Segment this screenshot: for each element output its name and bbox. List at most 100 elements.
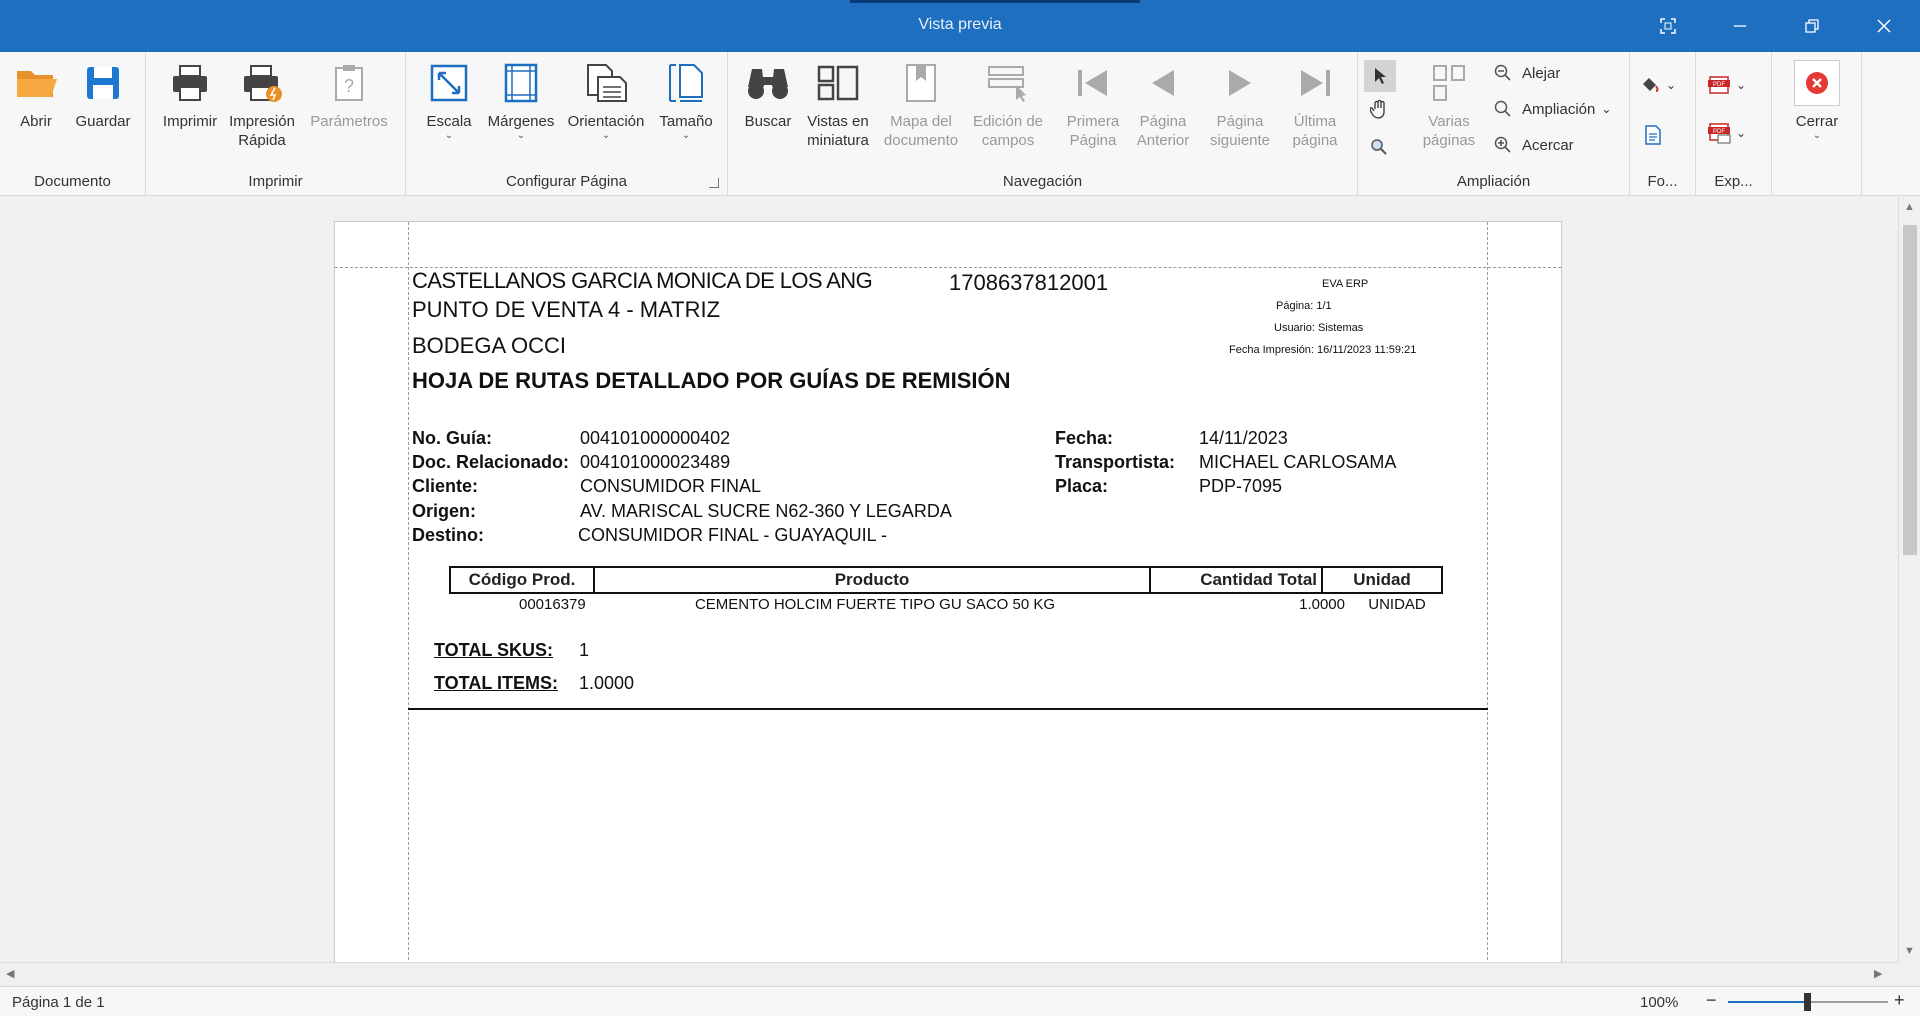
field-edit-icon <box>985 60 1031 106</box>
tamano-button[interactable]: Tamaño ⌄ <box>654 60 718 141</box>
acercar-button[interactable]: Acercar <box>1492 132 1574 158</box>
value-transportista: MICHAEL CARLOSAMA <box>1199 452 1397 472</box>
value-destino: CONSUMIDOR FINAL - GUAYAQUIL - <box>578 525 888 545</box>
group-label-fondo: Fo... <box>1647 173 1678 190</box>
quick-print-icon <box>239 60 285 106</box>
group-ampliacion: Varias páginas Alejar Ampliación ⌄ Acerc… <box>1358 52 1630 196</box>
company-name: CASTELLANOS GARCIA MONICA DE LOS ANG <box>412 268 873 293</box>
document-preview-area[interactable]: CASTELLANOS GARCIA MONICA DE LOS ANG 170… <box>0 197 1898 962</box>
vertical-scroll-thumb[interactable] <box>1903 225 1917 555</box>
last-page-icon <box>1292 60 1338 106</box>
scroll-left-icon[interactable]: ◀ <box>6 967 14 980</box>
edicion-campos-button[interactable]: Edición de campos <box>964 60 1052 150</box>
chevron-down-icon: ⌄ <box>1736 78 1747 92</box>
pdf-icon: PDF <box>1708 76 1730 94</box>
fullscreen-icon <box>1660 18 1676 34</box>
minimize-button[interactable] <box>1704 0 1776 52</box>
zoom-out-minus-icon[interactable]: − <box>1706 990 1717 1011</box>
col-producto: Producto <box>595 568 1151 592</box>
minimize-icon <box>1734 25 1746 27</box>
parametros-button[interactable]: ? Parámetros <box>304 60 394 131</box>
scroll-up-icon[interactable]: ▲ <box>1904 201 1915 213</box>
orientation-icon <box>583 60 629 106</box>
close-window-button[interactable] <box>1848 0 1920 52</box>
hand-icon <box>1370 99 1385 119</box>
page-info: Página 1 de 1 <box>12 994 105 1011</box>
chevron-down-icon: ⌄ <box>1601 102 1612 116</box>
fullscreen-button[interactable] <box>1632 0 1704 52</box>
send-pdf-button[interactable]: PDF ⌄ <box>1708 120 1746 146</box>
restore-icon <box>1805 19 1819 33</box>
close-icon <box>1877 19 1891 33</box>
ultima-pagina-button[interactable]: Última página <box>1280 60 1350 150</box>
report-title: HOJA DE RUTAS DETALLADO POR GUÍAS DE REM… <box>412 368 1011 393</box>
label-transportista: Transportista: <box>1055 452 1176 472</box>
pagina-anterior-button[interactable]: Página Anterior <box>1128 60 1198 150</box>
label-origen: Origen: <box>412 501 477 521</box>
svg-text:PDF: PDF <box>1713 82 1725 88</box>
abrir-button[interactable]: Abrir <box>12 60 60 131</box>
value-no-guia: 004101000000402 <box>580 428 731 448</box>
vertical-scrollbar[interactable]: ▲ ▼ <box>1898 197 1920 962</box>
chevron-down-icon: ⌄ <box>1736 126 1747 140</box>
pagina-siguiente-button[interactable]: Página siguiente <box>1202 60 1278 150</box>
cell-codigo: 00016379 <box>519 596 586 613</box>
cerrar-button[interactable]: Cerrar ⌄ <box>1786 60 1848 141</box>
cell-cantidad: 1.0000 <box>1299 596 1345 613</box>
margenes-button[interactable]: Márgenes ⌄ <box>478 60 564 141</box>
value-total-skus: 1 <box>579 640 590 660</box>
value-total-items: 1.0000 <box>579 673 635 693</box>
export-pdf-button[interactable]: PDF ⌄ <box>1708 72 1746 98</box>
zoom-icon <box>1492 98 1514 120</box>
value-doc-relacionado: 004101000023489 <box>580 452 731 472</box>
label-destino: Destino: <box>412 525 484 545</box>
hand-tool-button[interactable] <box>1370 96 1388 122</box>
scroll-right-icon[interactable]: ▶ <box>1874 967 1882 980</box>
chevron-down-icon: ⌄ <box>601 130 611 141</box>
ribbon: Abrir Guardar Documento Imprimir Impresi… <box>0 52 1920 196</box>
warehouse-name: BODEGA OCCI <box>412 333 567 358</box>
report-footer-line <box>408 708 1488 710</box>
imprimir-button[interactable]: Imprimir <box>158 60 222 131</box>
horizontal-scrollbar[interactable]: ◀ ▶ <box>0 962 1898 984</box>
buscar-button[interactable]: Buscar <box>736 60 800 131</box>
parameters-icon: ? <box>326 60 372 106</box>
impresion-rapida-button[interactable]: Impresión Rápida <box>224 60 300 150</box>
escala-button[interactable]: Escala ⌄ <box>414 60 484 141</box>
scroll-down-icon[interactable]: ▼ <box>1904 945 1915 957</box>
restore-button[interactable] <box>1776 0 1848 52</box>
page-color-button[interactable]: ⌄ <box>1640 72 1676 98</box>
scale-icon <box>426 60 472 106</box>
magnifier-tool-button[interactable] <box>1370 134 1388 160</box>
col-unidad: Unidad <box>1353 570 1411 589</box>
varias-paginas-button[interactable]: Varias páginas <box>1414 60 1484 150</box>
pointer-tool-button[interactable] <box>1364 60 1396 92</box>
chevron-down-icon: ⌄ <box>516 130 526 141</box>
zoom-slider-thumb[interactable] <box>1804 993 1811 1011</box>
guardar-button[interactable]: Guardar <box>70 60 136 131</box>
meta-page: Página: 1/1 <box>1276 300 1332 312</box>
group-label-ampliacion: Ampliación <box>1456 173 1531 190</box>
binoculars-icon <box>745 60 791 106</box>
point-of-sale: PUNTO DE VENTA 4 - MATRIZ <box>412 297 721 322</box>
thumbnails-icon <box>815 60 861 106</box>
vistas-miniatura-button[interactable]: Vistas en miniatura <box>800 60 876 150</box>
pdf-mail-icon: PDF <box>1708 123 1731 144</box>
meta-print-date: Fecha Impresión: 16/11/2023 11:59:21 <box>1229 344 1417 356</box>
value-fecha: 14/11/2023 <box>1199 428 1288 448</box>
alejar-button[interactable]: Alejar <box>1492 60 1560 86</box>
ampliacion-dropdown[interactable]: Ampliación ⌄ <box>1492 96 1611 122</box>
watermark-icon <box>1645 125 1661 145</box>
title-bar: Vista previa <box>0 0 1920 52</box>
mapa-documento-button[interactable]: Mapa del documento <box>878 60 964 150</box>
orientacion-button[interactable]: Orientación ⌄ <box>560 60 652 141</box>
label-placa: Placa: <box>1055 476 1109 496</box>
chevron-down-icon: ⌄ <box>1666 78 1677 92</box>
scroll-corner <box>1898 962 1920 986</box>
label-no-guia: No. Guía: <box>412 428 492 448</box>
zoom-in-plus-icon[interactable]: + <box>1894 990 1905 1011</box>
primera-pagina-button[interactable]: Primera Página <box>1058 60 1128 150</box>
watermark-button[interactable] <box>1644 122 1662 148</box>
cell-producto: CEMENTO HOLCIM FUERTE TIPO GU SACO 50 KG <box>694 596 1056 613</box>
value-origen: AV. MARISCAL SUCRE N62-360 Y LEGARDA <box>580 501 952 521</box>
